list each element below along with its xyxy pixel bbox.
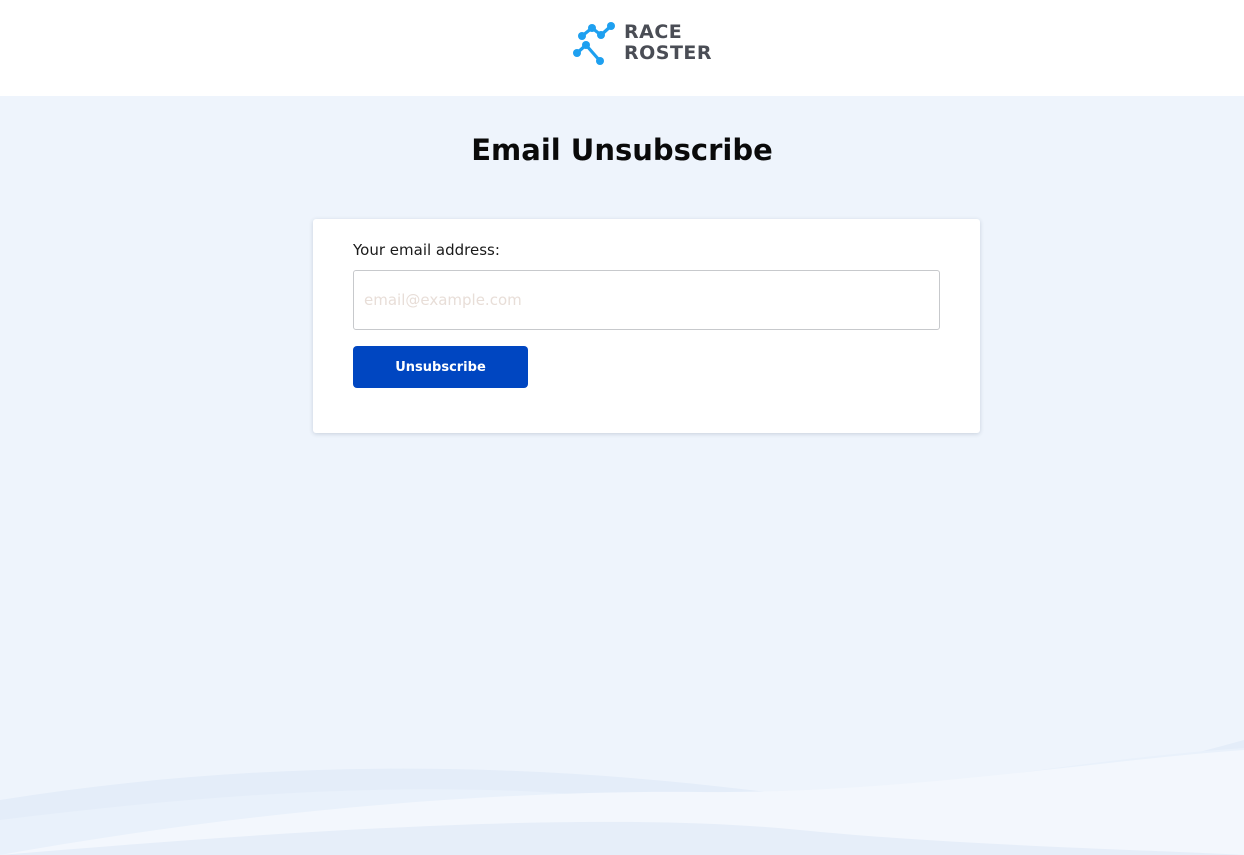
email-field-label: Your email address: xyxy=(353,241,500,259)
page-title: Email Unsubscribe xyxy=(471,133,773,167)
race-roster-logo[interactable]: RACE ROSTER xyxy=(573,20,723,68)
logo-line-2: ROSTER xyxy=(624,42,713,64)
unsubscribe-form-card: Your email address: Unsubscribe xyxy=(313,219,980,433)
site-header: RACE ROSTER xyxy=(0,0,1244,96)
email-input[interactable] xyxy=(353,270,940,330)
logo-line-1: RACE xyxy=(624,21,683,43)
race-roster-logo-icon xyxy=(573,22,615,65)
logo-wordmark: RACE ROSTER xyxy=(624,22,712,64)
background-waves xyxy=(0,740,1244,855)
unsubscribe-button[interactable]: Unsubscribe xyxy=(353,346,528,388)
